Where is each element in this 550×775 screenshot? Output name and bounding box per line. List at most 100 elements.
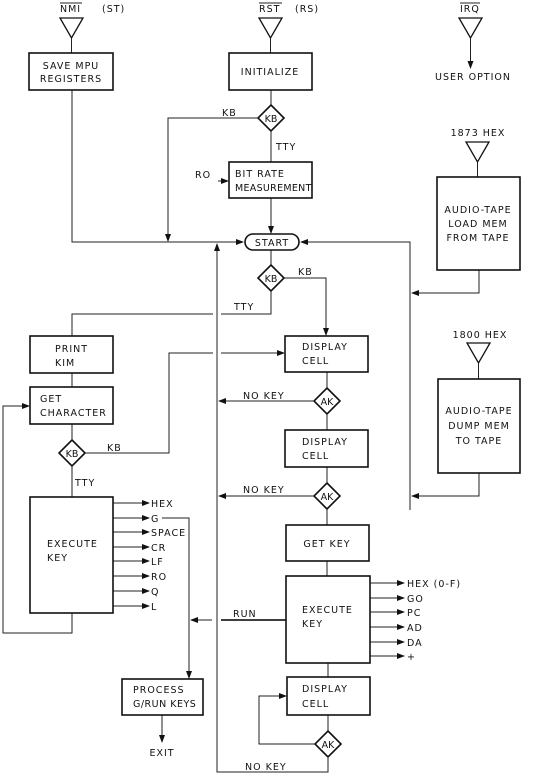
decision-ak-3: AK <box>313 729 343 759</box>
edge-label-run: RUN <box>233 609 257 620</box>
box-text: EXECUTE <box>302 605 353 616</box>
dump-tape-triangle-icon <box>465 342 492 365</box>
decision-text: KB <box>66 449 79 460</box>
kim-monitor-flowchart: NMI (ST) RST (RS) IRQ USER OPTION 1873 H… <box>2 2 521 773</box>
box-text: CHARACTER <box>40 408 107 419</box>
dump-tape-address: 1800 HEX <box>453 330 508 341</box>
tty-key-q: Q <box>151 587 159 598</box>
edge-label-tty: TTY <box>233 302 254 313</box>
box-text: TO TAPE <box>455 436 503 447</box>
edge-label-kb: KB <box>107 443 122 454</box>
start-label: START <box>255 238 289 249</box>
box-text: KEY <box>302 619 323 630</box>
box-display-cell-1: DISPLAY CELL <box>284 335 369 373</box>
box-text: INITIALIZE <box>241 67 299 78</box>
box-text: CELL <box>302 356 329 367</box>
start-terminal: START <box>244 233 300 251</box>
decision-text: AK <box>322 740 335 751</box>
kb-key-ad: AD <box>407 623 423 634</box>
box-text: KEY <box>47 553 68 564</box>
nmi-note: (ST) <box>102 4 125 15</box>
box-save-mpu: SAVE MPU REGISTERS <box>28 52 114 91</box>
box-print-kim: PRINT KIM <box>29 335 114 374</box>
edge-label-tty: TTY <box>275 142 296 153</box>
irq-triangle-icon <box>457 17 484 40</box>
dump-tape-entry: 1800 HEX <box>453 330 508 365</box>
box-text: PROCESS <box>133 685 185 696</box>
nmi-entry: NMI (ST) <box>58 2 125 40</box>
kb-key-da: DA <box>407 638 423 649</box>
box-text: MEASUREMENT <box>235 183 312 194</box>
box-text: DISPLAY <box>302 342 348 353</box>
box-text: CELL <box>302 699 329 710</box>
decision-ak-2: AK <box>312 481 342 511</box>
box-text: G/RUN KEYS <box>133 699 196 710</box>
box-text: DUMP MEM <box>448 421 510 432</box>
decision-kb-1: KB <box>256 103 286 133</box>
edge-label-ro: RO <box>195 170 211 181</box>
edge-label-no-key: NO KEY <box>243 485 285 496</box>
box-text: PRINT <box>55 344 88 355</box>
box-dump-tape: AUDIO-TAPE DUMP MEM TO TAPE <box>437 378 521 474</box>
box-initialize: INITIALIZE <box>228 52 313 91</box>
box-text: GET KEY <box>303 539 350 550</box>
box-load-tape: AUDIO-TAPE LOAD MEM FROM TAPE <box>436 176 521 271</box>
box-bit-rate: BIT RATE MEASUREMENT <box>228 161 313 199</box>
rst-triangle-icon <box>257 17 284 40</box>
box-display-cell-3: DISPLAY CELL <box>286 676 371 716</box>
irq-label: IRQ <box>460 4 480 15</box>
box-process-g-run: PROCESS G/RUN KEYS <box>121 678 204 716</box>
tty-key-ro: RO <box>151 572 167 583</box>
tty-key-l: L <box>151 602 157 613</box>
box-text: BIT RATE <box>235 169 285 180</box>
box-text: DISPLAY <box>302 437 348 448</box>
box-text: LOAD MEM <box>448 219 508 230</box>
load-tape-address: 1873 HEX <box>451 128 506 139</box>
tty-key-hex: HEX <box>151 499 174 510</box>
box-text: KIM <box>55 358 75 369</box>
load-tape-entry: 1873 HEX <box>451 128 506 164</box>
nmi-triangle-icon <box>58 17 85 40</box>
box-get-key: GET KEY <box>285 524 370 562</box>
decision-text: KB <box>265 114 278 125</box>
rst-note: (RS) <box>295 4 319 15</box>
irq-entry: IRQ USER OPTION <box>435 2 511 83</box>
rst-entry: RST (RS) <box>257 2 319 40</box>
box-text: GET <box>40 394 62 405</box>
kb-key-pc: PC <box>407 608 421 619</box>
tty-key-lf: LF <box>151 557 164 568</box>
decision-kb-3: KB <box>57 438 87 468</box>
edge-label-no-key: NO KEY <box>245 762 287 773</box>
box-execute-key-tty: EXECUTE KEY <box>29 496 114 614</box>
box-text: FROM TAPE <box>446 233 509 244</box>
kb-key-hex: HEX (0-F) <box>407 579 461 590</box>
edge-label-tty: TTY <box>74 478 95 489</box>
nmi-label: NMI <box>60 4 81 15</box>
decision-ak-1: AK <box>312 386 342 416</box>
tty-key-space: SPACE <box>151 528 186 539</box>
kb-key-plus: + <box>407 652 416 663</box>
box-execute-key-kb: EXECUTE KEY <box>285 575 371 664</box>
kb-key-outputs: HEX (0-F) GO PC AD DA + <box>370 579 461 663</box>
tty-key-outputs: HEX G SPACE CR LF RO Q L <box>113 499 186 613</box>
edge-labels: KB TTY RO KB TTY KB TTY NO KEY NO KEY RU… <box>74 108 313 773</box>
decision-text: KB <box>265 274 278 285</box>
rst-label: RST <box>259 4 280 15</box>
box-get-character: GET CHARACTER <box>29 386 114 425</box>
box-text: EXECUTE <box>47 539 98 550</box>
tty-key-g: G <box>151 514 159 525</box>
user-option-label: USER OPTION <box>435 72 511 83</box>
edge-label-kb: KB <box>298 267 313 278</box>
edge-label-no-key: NO KEY <box>243 391 285 402</box>
decision-kb-2: KB <box>256 263 286 293</box>
kb-key-go: GO <box>407 594 424 605</box>
box-text: CELL <box>302 451 329 462</box>
box-display-cell-2: DISPLAY CELL <box>284 429 369 468</box>
box-text: AUDIO-TAPE <box>444 205 511 216</box>
decision-text: AK <box>321 492 334 503</box>
load-tape-triangle-icon <box>464 141 491 164</box>
exit-label: EXIT <box>149 748 174 759</box>
box-text: DISPLAY <box>302 684 348 695</box>
edge-label-kb: KB <box>222 108 237 119</box>
decision-text: AK <box>321 397 334 408</box>
